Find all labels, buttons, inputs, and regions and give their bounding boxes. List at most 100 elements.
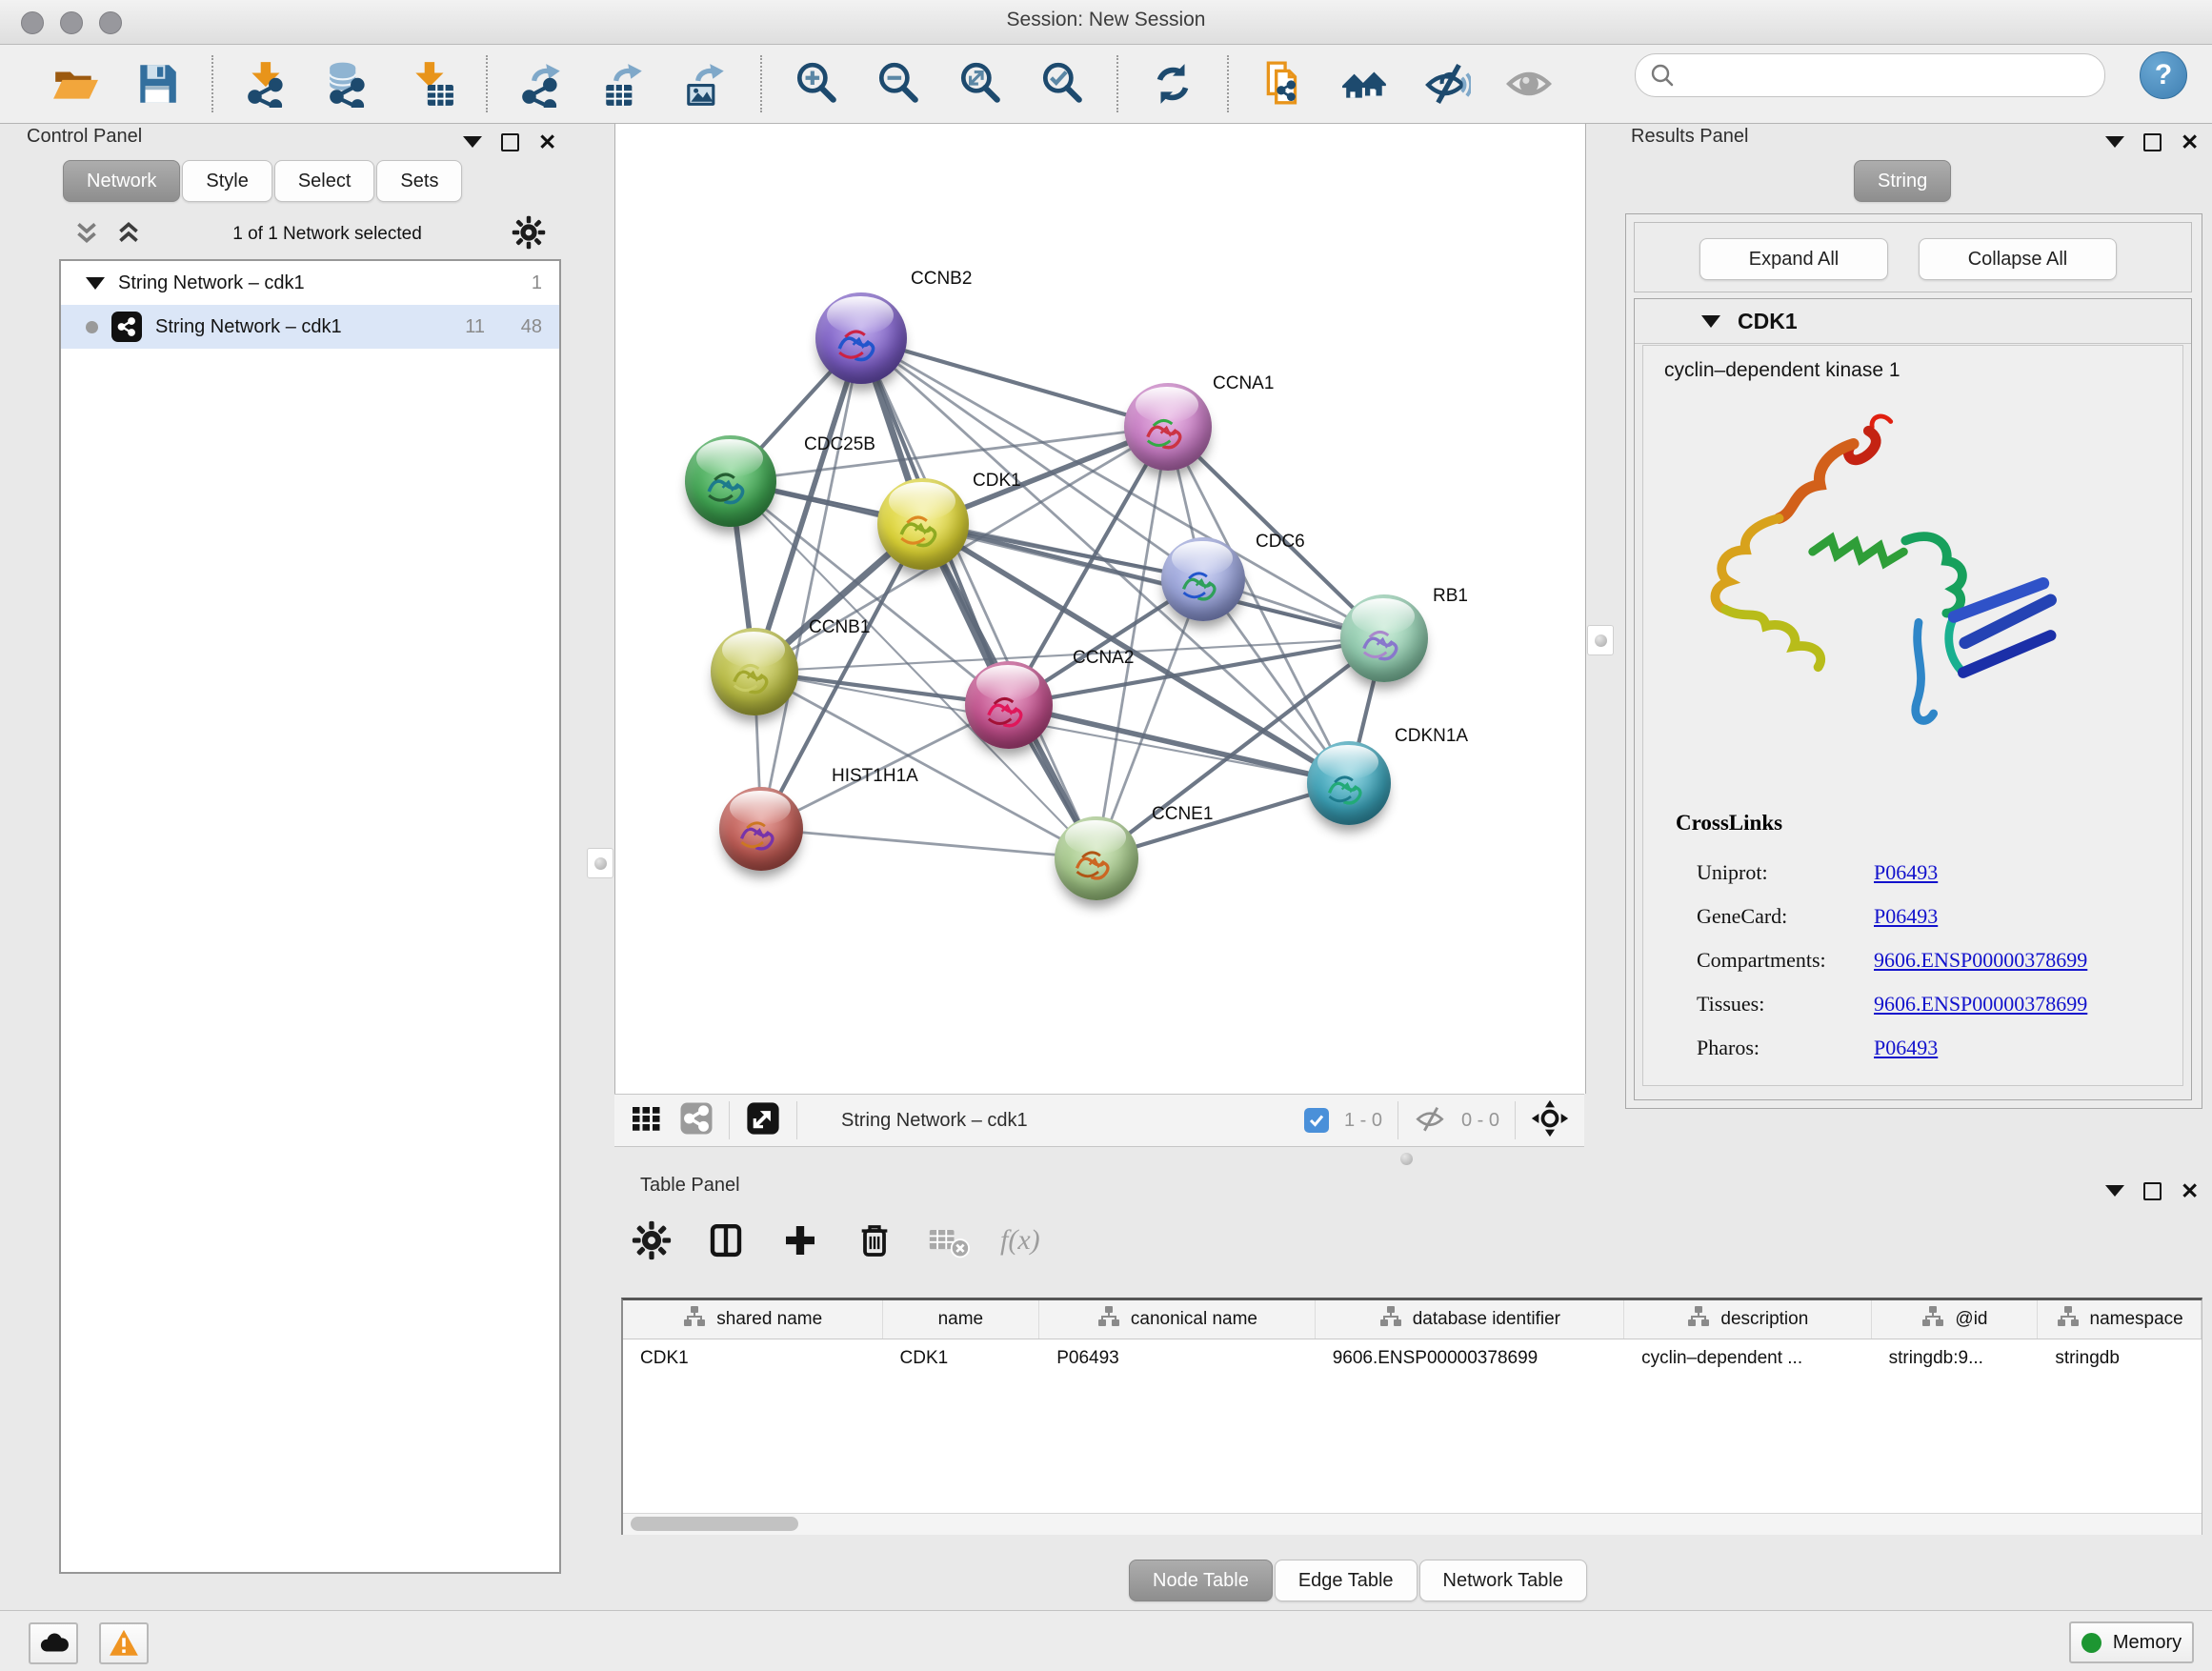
collapse-protein-icon[interactable] xyxy=(1701,315,1720,328)
help-button[interactable]: ? xyxy=(2140,51,2187,99)
crosslink-value-link[interactable]: 9606.ENSP00000378699 xyxy=(1874,948,2087,973)
network-node-ccna1[interactable] xyxy=(1124,383,1212,471)
right-splitter-handle[interactable] xyxy=(1587,625,1614,655)
birds-eye-view-icon[interactable] xyxy=(1531,1099,1569,1142)
delete-table-icon-disabled xyxy=(926,1218,972,1263)
import-table-icon[interactable] xyxy=(407,59,456,109)
open-session-icon[interactable] xyxy=(50,59,100,109)
network-node-hist1h1a[interactable] xyxy=(719,787,803,871)
tab-style[interactable]: Style xyxy=(182,160,271,202)
network-node-ccne1[interactable] xyxy=(1055,816,1138,900)
node-label-hist1h1a: HIST1H1A xyxy=(832,766,918,787)
panel-float-icon[interactable] xyxy=(501,133,519,151)
string-homes-icon[interactable] xyxy=(1340,59,1390,109)
tab-node-table[interactable]: Node Table xyxy=(1129,1560,1273,1601)
detach-view-icon[interactable] xyxy=(745,1100,781,1141)
tab-string[interactable]: String xyxy=(1854,160,1951,202)
refresh-icon[interactable] xyxy=(1148,59,1197,109)
grid-view-icon[interactable] xyxy=(630,1101,664,1140)
expand-all-button[interactable]: Expand All xyxy=(1699,238,1888,280)
network-canvas[interactable]: CCNB2 CCNA1 CDC25B CDK1 CDC6 RB1 CCNB1 C… xyxy=(614,124,1586,1094)
export-table-icon[interactable] xyxy=(599,59,649,109)
crosslink-value-link[interactable]: 9606.ENSP00000378699 xyxy=(1874,992,2087,1017)
collapse-all-button[interactable]: Collapse All xyxy=(1919,238,2117,280)
collapse-all-networks-icon[interactable] xyxy=(72,218,101,252)
delete-column-icon[interactable] xyxy=(852,1218,897,1263)
network-row[interactable]: String Network – cdk1 11 48 xyxy=(61,305,559,349)
tree-expand-icon[interactable] xyxy=(86,277,105,290)
tab-network-table[interactable]: Network Table xyxy=(1419,1560,1587,1601)
bottom-splitter-handle[interactable] xyxy=(1400,1153,1413,1165)
network-collection-row[interactable]: String Network – cdk1 1 xyxy=(61,261,559,305)
hide-selected-icon[interactable] xyxy=(1422,59,1472,109)
table-body: CDK1CDK1P064939606.ENSP00000378699cyclin… xyxy=(623,1339,2202,1378)
panel-close-icon[interactable]: ✕ xyxy=(2181,1181,2199,1200)
network-node-cdkn1a[interactable] xyxy=(1307,741,1391,825)
panel-collapse-icon[interactable] xyxy=(2105,1185,2124,1197)
import-network-from-database-icon[interactable] xyxy=(325,59,374,109)
tab-edge-table[interactable]: Edge Table xyxy=(1275,1560,1418,1601)
panel-float-icon[interactable] xyxy=(2143,133,2162,151)
show-columns-icon[interactable] xyxy=(703,1218,749,1263)
scrollbar-thumb[interactable] xyxy=(631,1517,798,1531)
zoom-fit-icon[interactable] xyxy=(955,59,1005,109)
warnings-button[interactable] xyxy=(99,1622,149,1664)
crosslink-value-link[interactable]: P06493 xyxy=(1874,904,1938,929)
protein-symbol: CDK1 xyxy=(1738,309,1798,334)
panel-close-icon[interactable]: ✕ xyxy=(2181,132,2199,151)
panel-collapse-icon[interactable] xyxy=(463,136,482,148)
control-panel-title: Control Panel xyxy=(27,126,142,148)
network-share-icon[interactable] xyxy=(679,1101,714,1140)
network-icon xyxy=(111,312,142,342)
toolbar-icon-group xyxy=(34,55,1570,112)
table-cell: CDK1 xyxy=(623,1339,883,1378)
save-session-icon[interactable] xyxy=(132,59,182,109)
panel-collapse-icon[interactable] xyxy=(2105,136,2124,148)
search-input[interactable] xyxy=(1685,58,2089,92)
column-header-description[interactable]: description xyxy=(1624,1300,1872,1339)
window-title: Session: New Session xyxy=(0,9,2212,31)
toolbar-separator xyxy=(1227,55,1229,112)
tab-network[interactable]: Network xyxy=(63,160,180,202)
memory-button[interactable]: Memory xyxy=(2069,1621,2194,1663)
zoom-selected-icon[interactable] xyxy=(1037,59,1087,109)
network-node-rb1[interactable] xyxy=(1340,594,1428,682)
zoom-in-icon[interactable] xyxy=(792,59,841,109)
selected-node-edge-counts: 1 - 0 xyxy=(1344,1110,1382,1132)
network-node-ccnb1[interactable] xyxy=(711,628,798,715)
column-header-canonical-name[interactable]: canonical name xyxy=(1039,1300,1315,1339)
column-header-shared-name[interactable]: shared name xyxy=(623,1300,883,1339)
left-splitter-handle[interactable] xyxy=(587,848,613,878)
panel-float-icon[interactable] xyxy=(2143,1182,2162,1200)
column-header-database-identifier[interactable]: database identifier xyxy=(1316,1300,1624,1339)
column-type-icon xyxy=(1920,1305,1945,1334)
zoom-out-icon[interactable] xyxy=(874,59,923,109)
column-header-name[interactable]: name xyxy=(883,1300,1040,1339)
network-node-cdk1[interactable] xyxy=(877,478,969,570)
tab-select[interactable]: Select xyxy=(274,160,375,202)
add-column-icon[interactable] xyxy=(777,1218,823,1263)
results-panel-tab-string: String xyxy=(1854,160,1953,202)
crosslink-value-link[interactable]: P06493 xyxy=(1874,860,1938,885)
table-cell: 9606.ENSP00000378699 xyxy=(1316,1339,1624,1378)
network-node-ccnb2[interactable] xyxy=(815,292,907,384)
network-node-cdc6[interactable] xyxy=(1161,537,1245,621)
crosslink-value-link[interactable]: P06493 xyxy=(1874,1036,1938,1060)
column-header--id[interactable]: @id xyxy=(1872,1300,2039,1339)
cloud-status-button[interactable] xyxy=(29,1622,78,1664)
network-node-ccna2[interactable] xyxy=(965,661,1053,749)
export-image-icon[interactable] xyxy=(681,59,731,109)
column-header-namespace[interactable]: namespace xyxy=(2038,1300,2202,1339)
import-network-icon[interactable] xyxy=(243,59,292,109)
export-network-icon[interactable] xyxy=(517,59,567,109)
expand-all-networks-icon[interactable] xyxy=(114,218,143,252)
protein-card-header[interactable]: CDK1 xyxy=(1635,299,2191,344)
table-settings-gear-icon[interactable] xyxy=(629,1218,674,1263)
network-options-gear-icon[interactable] xyxy=(512,215,546,254)
tab-sets[interactable]: Sets xyxy=(376,160,462,202)
panel-close-icon[interactable]: ✕ xyxy=(538,132,556,151)
table-row[interactable]: CDK1CDK1P064939606.ENSP00000378699cyclin… xyxy=(623,1339,2202,1378)
string-import-icon[interactable] xyxy=(1258,59,1308,109)
selected-count-checkbox[interactable] xyxy=(1304,1108,1329,1133)
network-node-cdc25b[interactable] xyxy=(685,435,776,527)
